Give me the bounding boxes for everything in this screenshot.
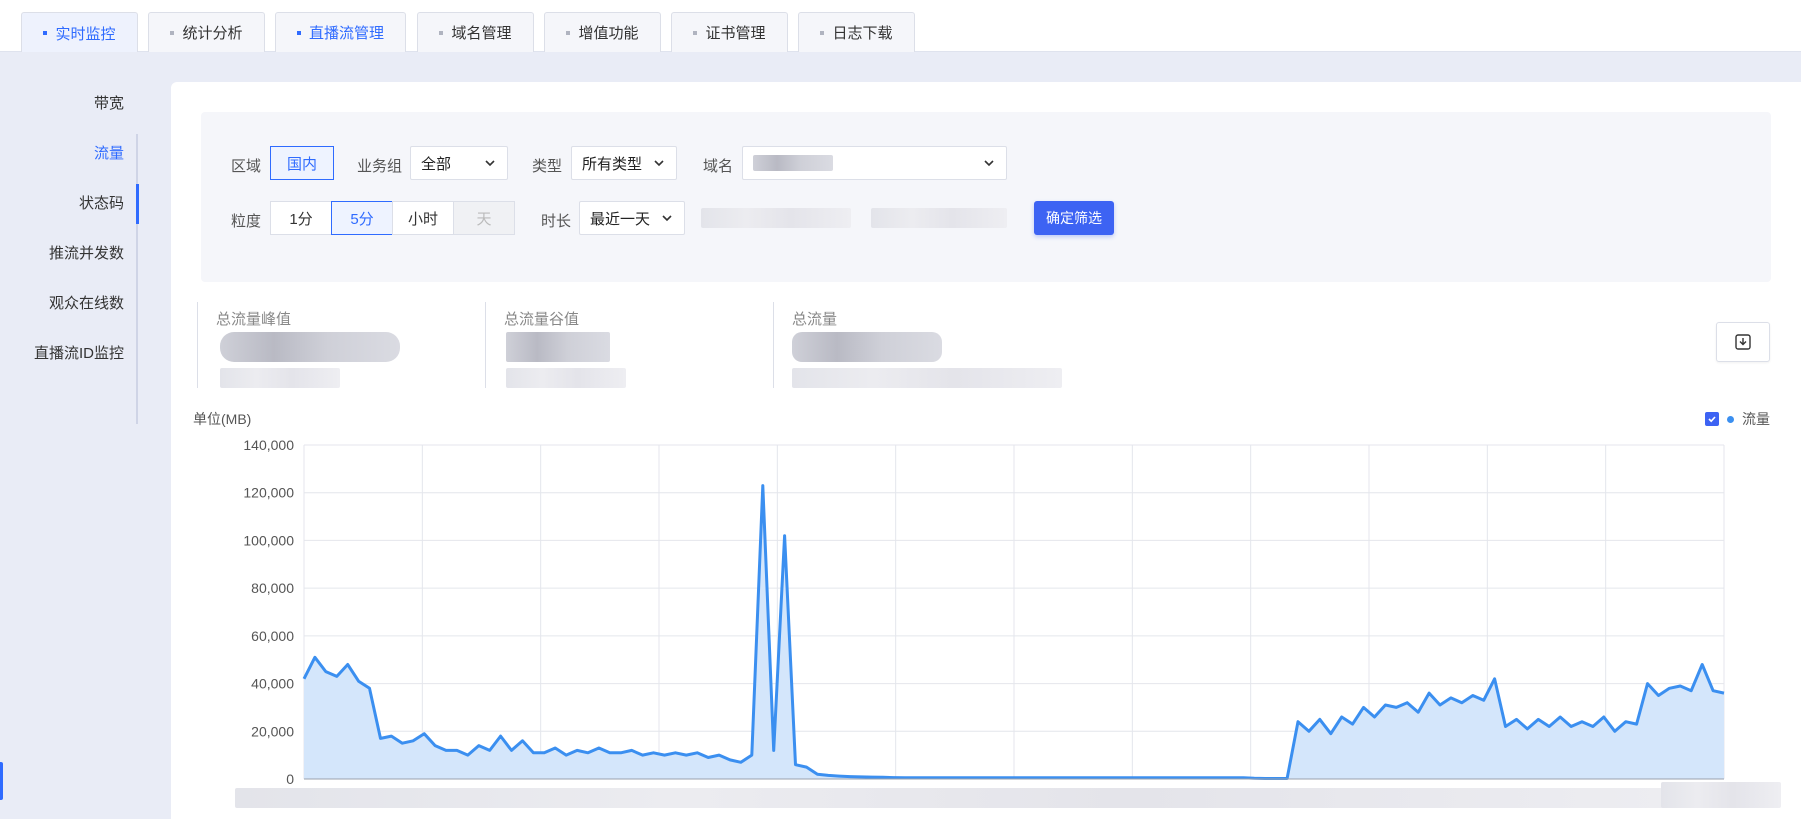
y-tick-label: 80,000 — [251, 580, 294, 596]
y-tick-label: 140,000 — [243, 437, 294, 453]
y-tick-label: 60,000 — [251, 628, 294, 644]
tab-dot-icon — [566, 30, 571, 35]
sidebar-item-status-code[interactable]: 状态码 — [79, 192, 124, 213]
sidebar-item-viewers-online[interactable]: 观众在线数 — [49, 292, 124, 313]
sidebar-item-stream-id-monitor[interactable]: 直播流ID监控 — [34, 342, 124, 363]
y-tick-label: 120,000 — [243, 485, 294, 501]
tab-value-added[interactable]: 增值功能 — [544, 12, 661, 52]
y-tick-label: 0 — [286, 771, 294, 787]
tab-domain-management[interactable]: 域名管理 — [417, 12, 534, 52]
tab-label: 日志下载 — [832, 25, 893, 42]
tab-dot-icon — [43, 31, 48, 35]
tab-dot-icon — [693, 30, 698, 35]
sidebar-item-bandwidth[interactable]: 带宽 — [94, 92, 124, 113]
tab-label: 实时监控 — [55, 25, 116, 43]
tab-label: 统计分析 — [182, 25, 243, 42]
tab-statistics[interactable]: 统计分析 — [148, 12, 265, 52]
tab-label: 增值功能 — [578, 25, 639, 42]
tab-dot-icon — [820, 30, 825, 35]
top-tab-bar: 实时监控 统计分析 直播流管理 域名管理 增值功能 证书管理 日志下载 — [0, 0, 1801, 53]
redacted-x-axis-labels — [235, 788, 1725, 808]
main-panel: 区域 国内 业务组 全部 类型 所有类型 域名 粒度 1分 5分 小时 天 时长… — [171, 82, 1801, 819]
sidebar-active-indicator — [136, 184, 139, 224]
tab-label: 直播流管理 — [308, 25, 384, 42]
left-sidebar: 带宽 流量 状态码 推流并发数 观众在线数 直播流ID监控 — [0, 52, 152, 819]
tab-label: 证书管理 — [705, 25, 766, 42]
sidebar-divider — [136, 134, 138, 424]
tab-realtime-monitor[interactable]: 实时监控 — [21, 12, 138, 53]
tab-label: 域名管理 — [451, 25, 512, 42]
tab-dot-icon — [439, 30, 444, 35]
tab-dot-icon — [296, 30, 301, 35]
redacted-x-axis-end — [1661, 782, 1781, 808]
tab-dot-icon — [170, 30, 175, 35]
y-tick-label: 20,000 — [251, 723, 294, 739]
edge-indicator — [0, 762, 3, 800]
y-tick-label: 40,000 — [251, 676, 294, 692]
sidebar-item-push-concurrency[interactable]: 推流并发数 — [49, 242, 124, 263]
tab-certificate[interactable]: 证书管理 — [671, 12, 788, 52]
tab-stream-management[interactable]: 直播流管理 — [275, 12, 406, 52]
traffic-area-chart: 140,000 120,000 100,000 80,000 60,000 40,000 2… — [243, 437, 1725, 787]
y-tick-label: 100,000 — [243, 532, 294, 548]
tab-log-download[interactable]: 日志下载 — [798, 12, 915, 52]
sidebar-item-traffic[interactable]: 流量 — [94, 142, 124, 163]
